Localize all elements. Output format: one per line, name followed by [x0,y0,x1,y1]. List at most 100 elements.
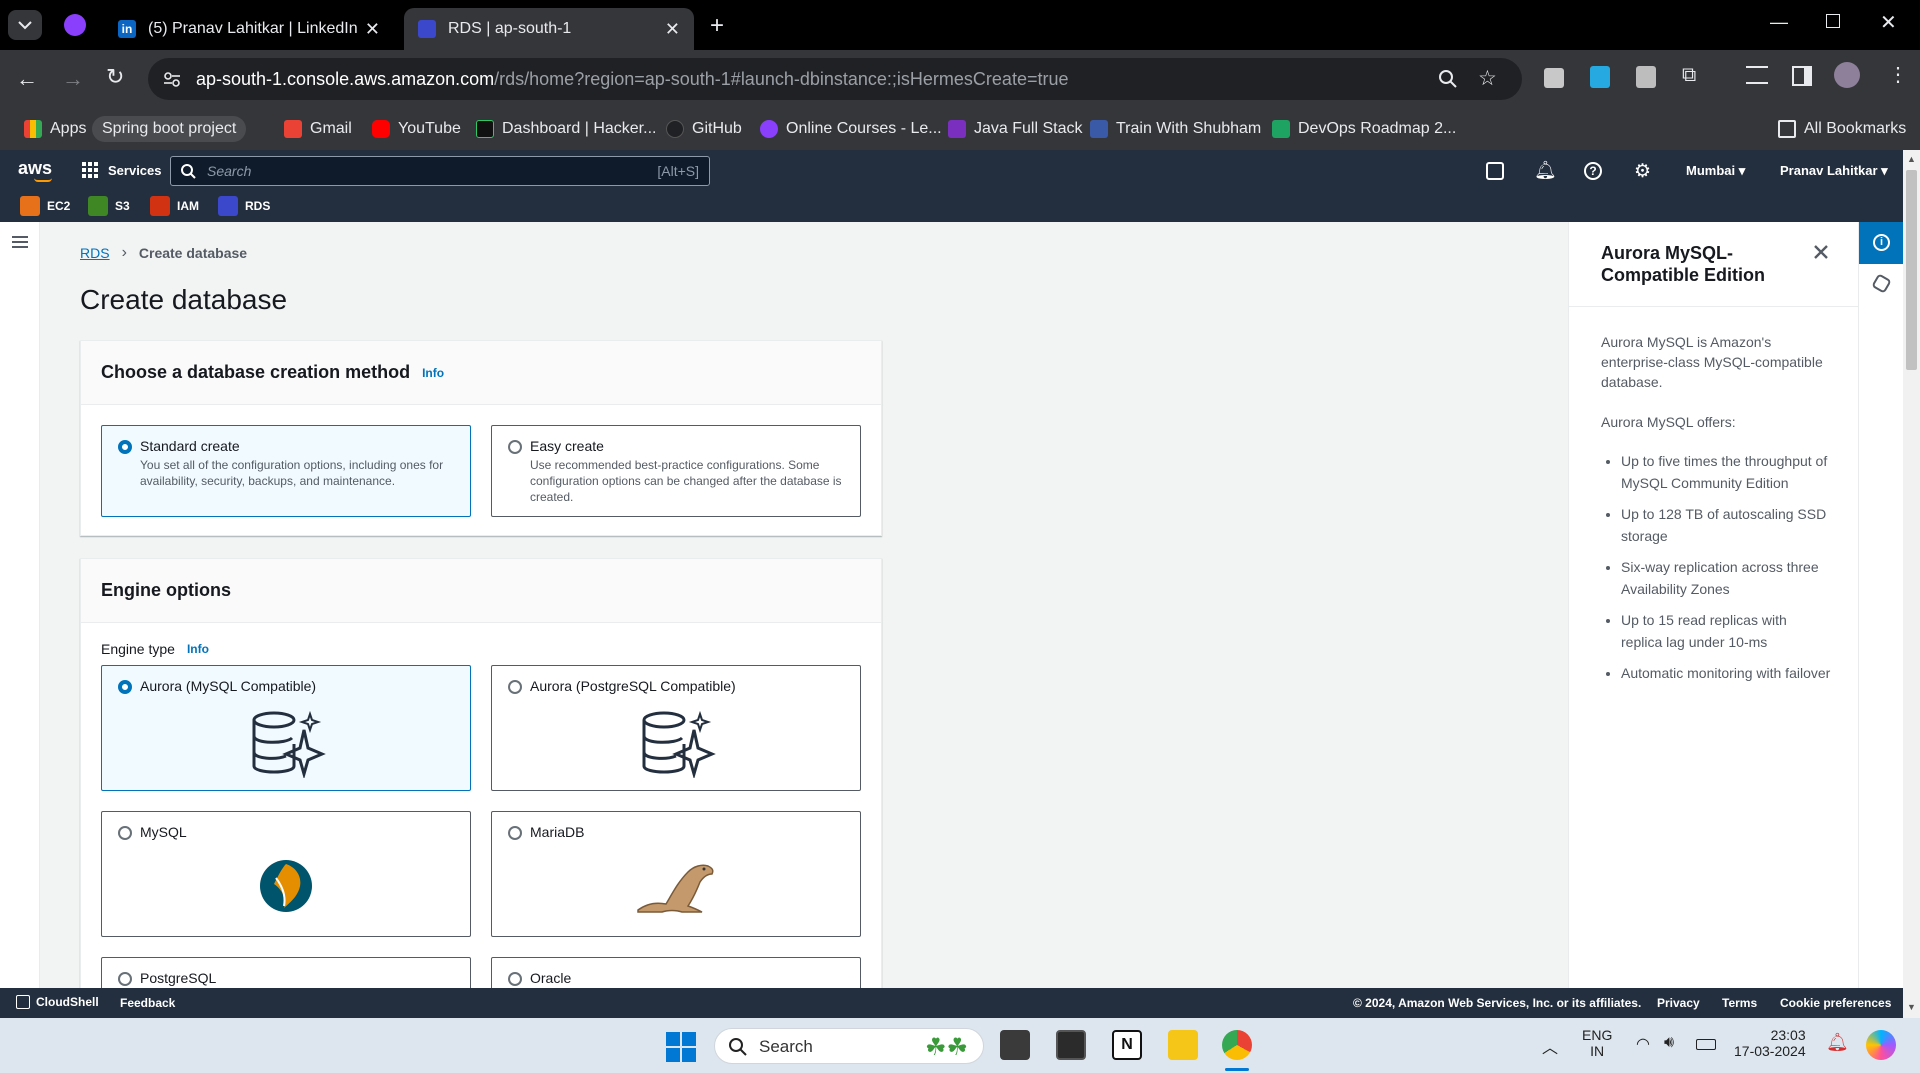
media-icon[interactable] [1746,66,1768,84]
extension-icon[interactable] [1544,68,1564,88]
privacy-link[interactable]: Privacy [1657,996,1700,1010]
radio-button[interactable] [118,680,132,694]
engine-aurora-postgresql[interactable]: Aurora (PostgreSQL Compatible) [491,665,861,791]
aurora-database-icon [252,710,326,778]
favorite-ec2[interactable]: EC2 [20,196,70,216]
hamburger-menu-icon[interactable] [12,236,28,248]
scroll-down-arrow[interactable]: ▼ [1907,1002,1916,1012]
cloudshell-link[interactable]: CloudShell [16,995,99,1009]
more-menu-icon[interactable]: ⋮ [1888,62,1908,87]
restore-button[interactable] [1826,14,1840,28]
bookmark-java-full-stack[interactable]: Java Full Stack [948,116,1082,142]
aws-logo[interactable]: aws [18,158,52,179]
bookmark-online-courses[interactable]: Online Courses - Le... [760,116,942,142]
bookmark-hackerrank[interactable]: Dashboard | Hacker... [476,116,656,142]
tutorial-icon[interactable] [1871,273,1892,294]
reload-button[interactable]: ↻ [106,64,124,90]
tab-search-button[interactable] [8,10,42,40]
back-button[interactable]: ← [16,66,38,92]
taskbar-search[interactable]: Search ☘☘ [714,1028,984,1064]
cloudshell-icon[interactable] [1486,162,1504,180]
settings-gear-icon[interactable]: ⚙ [1634,160,1651,183]
lang-label: ENG [1582,1027,1613,1043]
region-selector[interactable]: Mumbai ▾ [1686,163,1745,179]
side-panel-icon[interactable] [1792,66,1812,86]
info-link[interactable]: Info [422,366,444,380]
aws-search-input[interactable]: Search [Alt+S] [170,156,710,186]
cookie-preferences-link[interactable]: Cookie preferences [1780,996,1891,1010]
page-scrollbar[interactable]: ▲ ▼ [1903,150,1920,1018]
option-label: Oracle [530,970,572,986]
minimize-button[interactable]: — [1770,12,1788,33]
bookmark-youtube[interactable]: YouTube [372,116,461,142]
all-bookmarks[interactable]: All Bookmarks [1778,116,1906,142]
account-menu[interactable]: Pranav Lahitkar ▾ [1780,163,1888,179]
close-window-button[interactable]: ✕ [1880,10,1897,35]
notification-bell-icon[interactable]: 🔔︎ [1826,1032,1849,1053]
forward-button[interactable]: → [62,66,84,92]
engine-mariadb[interactable]: MariaDB [491,811,861,937]
bookmark-github[interactable]: GitHub [666,116,742,142]
extension-icon[interactable] [1636,66,1656,88]
engine-oracle[interactable]: Oracle [491,957,861,988]
close-icon[interactable] [1813,244,1829,260]
address-bar[interactable]: ap-south-1.console.aws.amazon.com/rds/ho… [148,58,1522,100]
radio-button[interactable] [118,440,132,454]
help-icon[interactable]: ? [1584,162,1602,180]
clock[interactable]: 23:03 17-03-2024 [1734,1027,1806,1059]
bookmark-spring-boot[interactable]: Spring boot project [92,116,247,142]
bookmark-devops-roadmap[interactable]: DevOps Roadmap 2... [1272,116,1456,142]
radio-button[interactable] [118,972,132,986]
file-explorer-icon[interactable] [1000,1030,1030,1060]
info-link[interactable]: Info [187,642,209,656]
site-info-icon[interactable] [162,69,182,89]
scroll-up-arrow[interactable]: ▲ [1907,154,1916,164]
new-tab-button[interactable]: + [710,12,724,40]
puzzle-icon[interactable]: ⧉ [1682,64,1696,87]
copilot-icon[interactable] [1866,1030,1896,1060]
info-tab[interactable]: i [1859,222,1904,264]
radio-button[interactable] [508,972,522,986]
pinned-tab-icon[interactable] [64,14,86,36]
close-tab-icon[interactable]: ✕ [665,19,680,40]
scrollbar-thumb[interactable] [1906,170,1917,370]
sticky-notes-icon[interactable] [1168,1030,1198,1060]
language-indicator[interactable]: ENG IN [1582,1027,1612,1059]
terms-link[interactable]: Terms [1722,996,1757,1010]
easy-create-option[interactable]: Easy create Use recommended best-practic… [491,425,861,517]
feedback-link[interactable]: Feedback [120,996,175,1010]
windows-start-icon[interactable] [666,1032,696,1062]
wifi-icon[interactable]: ◠ [1636,1034,1650,1054]
notifications-bell-icon[interactable]: 🔔︎ [1534,160,1557,181]
extension-icon[interactable] [1590,66,1610,88]
engine-postgresql[interactable]: PostgreSQL [101,957,471,988]
zoom-icon[interactable] [1438,69,1458,89]
favorite-iam[interactable]: IAM [150,196,199,216]
volume-icon[interactable]: 🔊︎ [1664,1034,1674,1052]
breadcrumb-rds-link[interactable]: RDS [80,245,110,261]
standard-create-option[interactable]: Standard create You set all of the confi… [101,425,471,517]
radio-button[interactable] [118,826,132,840]
bookmark-gmail[interactable]: Gmail [284,116,352,142]
radio-button[interactable] [508,680,522,694]
close-tab-icon[interactable]: ✕ [365,19,380,40]
battery-icon[interactable] [1696,1039,1716,1050]
tab-rds[interactable]: RDS | ap-south-1 ✕ [404,8,694,50]
engine-aurora-mysql[interactable]: Aurora (MySQL Compatible) [101,665,471,791]
services-menu[interactable]: Services [82,162,162,178]
chrome-icon[interactable] [1222,1030,1252,1060]
bookmark-star-icon[interactable]: ☆ [1478,66,1497,91]
tray-overflow-chevron-icon[interactable]: ︿ [1542,1034,1558,1058]
bookmark-train-with-shubham[interactable]: Train With Shubham [1090,116,1261,142]
radio-button[interactable] [508,826,522,840]
favorite-s3[interactable]: S3 [88,196,130,216]
bookmark-apps[interactable]: Apps [24,116,86,142]
terminal-icon[interactable] [1056,1030,1086,1060]
radio-button[interactable] [508,440,522,454]
favorite-rds[interactable]: RDS [218,196,270,216]
engine-mysql[interactable]: MySQL [101,811,471,937]
profile-avatar[interactable] [1834,62,1860,88]
notion-icon[interactable]: N [1112,1030,1142,1060]
tab-linkedin[interactable]: in (5) Pranav Lahitkar | LinkedIn ✕ [104,8,394,50]
bookmark-label: Spring boot project [102,120,237,137]
